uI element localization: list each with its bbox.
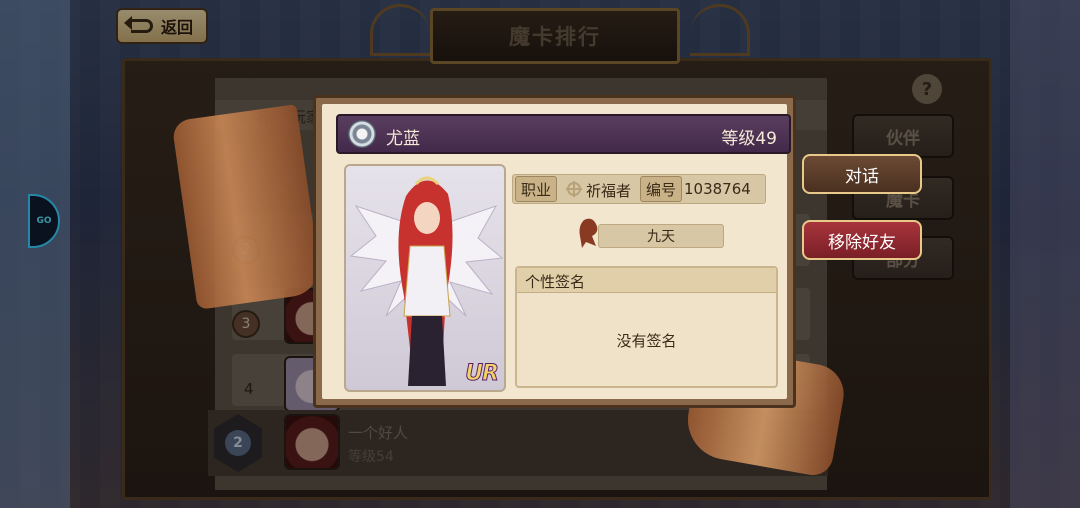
signature-text: 没有签名 [616,332,677,350]
id-tag: 编号 [640,176,682,202]
scroll-decoration-left [171,104,323,310]
signature-title: 个性签名 [525,273,586,291]
player-level: 等级49 [721,129,777,149]
class-badge-icon [348,120,376,148]
signature-panel: 个性签名 没有签名 [515,266,778,388]
job-class-icon [566,181,582,197]
player-id: 1038764 [684,180,751,198]
player-profile-dialog: 尤蓝 等级49 UR 职业 祈福者 编号 1038764 九天 个性签名 没有签… [313,95,796,408]
signature-header: 个性签名 [517,268,776,293]
talk-button[interactable]: 对话 [802,154,922,194]
character-illustration [349,176,504,386]
job-value: 祈福者 [586,182,632,200]
remove-friend-button[interactable]: 移除好友 [802,220,922,260]
rarity-badge: UR [465,361,500,387]
job-tag: 职业 [515,176,557,202]
player-name: 尤蓝 [386,129,420,149]
family-name: 九天 [598,224,724,248]
character-portrait: UR [344,164,506,392]
profile-header: 尤蓝 等级49 [336,114,791,154]
dialog-body: 尤蓝 等级49 UR 职业 祈福者 编号 1038764 九天 个性签名 没有签… [322,104,791,399]
